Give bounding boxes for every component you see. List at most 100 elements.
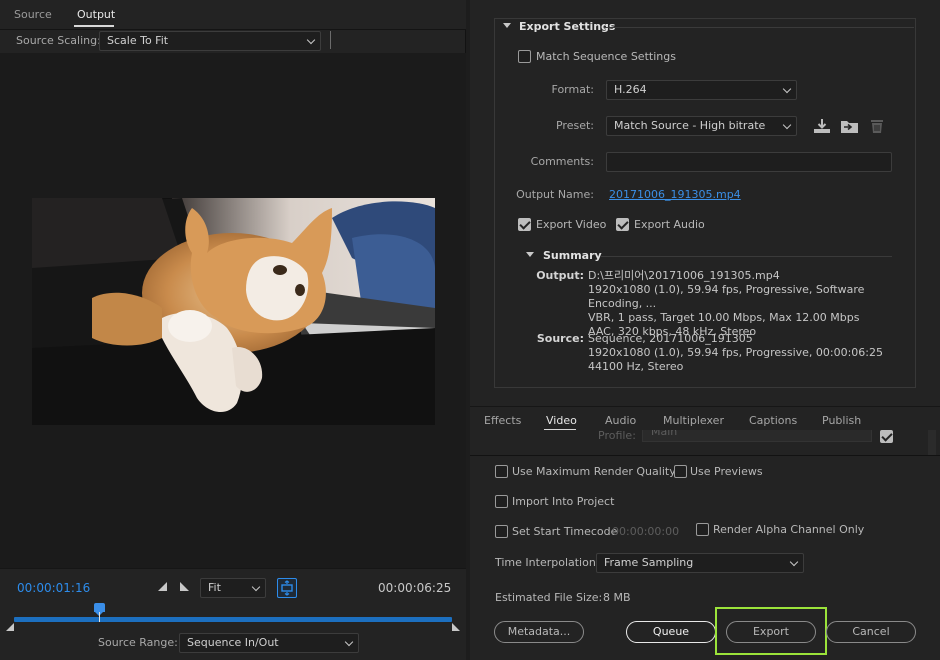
- current-timecode[interactable]: 00:00:01:16: [17, 581, 90, 595]
- output-line: VBR, 1 pass, Target 10.00 Mbps, Max 12.0…: [588, 311, 860, 324]
- format-label: Format:: [551, 83, 594, 96]
- zoom-dropdown[interactable]: Fit: [200, 578, 266, 598]
- set-in-point-icon[interactable]: [158, 582, 167, 591]
- range-start-handle[interactable]: [6, 623, 14, 631]
- source-scaling-dropdown[interactable]: Scale To Fit: [99, 31, 321, 51]
- source-range-label: Source Range:: [98, 636, 178, 649]
- summary-output-label: Output:: [536, 269, 584, 282]
- max-render-quality-checkbox[interactable]: [495, 465, 508, 478]
- set-start-timecode-label: Set Start Timecode: [512, 525, 618, 538]
- output-name-label: Output Name:: [516, 188, 594, 201]
- profile-dropdown[interactable]: Main: [642, 430, 872, 442]
- profile-label: Profile:: [598, 430, 636, 442]
- comments-input[interactable]: [606, 152, 892, 172]
- tab-output[interactable]: Output: [77, 8, 115, 21]
- import-into-project-label: Import Into Project: [512, 495, 615, 508]
- export-audio-checkbox[interactable]: [616, 218, 629, 231]
- source-scaling-label: Source Scaling:: [16, 34, 101, 47]
- profile-value: Main: [651, 430, 678, 438]
- use-previews-checkbox[interactable]: [674, 465, 687, 478]
- tab-captions[interactable]: Captions: [749, 414, 797, 427]
- import-into-project-checkbox[interactable]: [495, 495, 508, 508]
- duration-timecode: 00:00:06:25: [378, 581, 452, 595]
- time-interpolation-label: Time Interpolation:: [495, 556, 600, 569]
- playhead-line: [99, 612, 100, 622]
- save-preset-button[interactable]: [813, 118, 831, 134]
- settings-scroll-area[interactable]: Profile: Main: [470, 430, 940, 455]
- source-line: 1920x1080 (1.0), 59.94 fps, Progressive,…: [588, 346, 884, 359]
- profile-checkbox[interactable]: [880, 430, 893, 443]
- settings-scrollbar[interactable]: [928, 430, 936, 455]
- metadata-button[interactable]: Metadata...: [494, 621, 584, 643]
- toolbar-divider: [330, 31, 331, 49]
- max-render-quality-label: Use Maximum Render Quality: [512, 465, 676, 478]
- export-audio-label: Export Audio: [634, 218, 705, 231]
- left-tab-bar: [0, 0, 466, 30]
- output-line: 1920x1080 (1.0), 59.94 fps, Progressive,…: [588, 283, 865, 310]
- summary-header: Summary: [543, 249, 602, 262]
- render-alpha-checkbox[interactable]: [696, 523, 709, 536]
- crop-aspect-icon: [281, 580, 293, 596]
- start-timecode-value: 00:00:00:00: [612, 525, 680, 538]
- tab-publish[interactable]: Publish: [822, 414, 861, 427]
- aspect-toggle-button[interactable]: [277, 578, 297, 598]
- header-separator: [604, 27, 914, 28]
- output-name-link[interactable]: 20171006_191305.mp4: [609, 188, 741, 201]
- comments-label: Comments:: [530, 155, 594, 168]
- estimated-size-label: Estimated File Size:: [495, 591, 603, 604]
- folder-import-icon: [841, 121, 858, 133]
- estimated-size-value: 8 MB: [603, 591, 631, 604]
- preset-value: Match Source - High bitrate: [614, 119, 766, 132]
- cancel-button[interactable]: Cancel: [826, 621, 916, 643]
- match-sequence-checkbox[interactable]: [518, 50, 531, 63]
- source-line: Sequence, 20171006_191305: [588, 332, 753, 345]
- format-value: H.264: [614, 83, 647, 96]
- summary-separator: [600, 256, 892, 257]
- set-start-timecode-checkbox[interactable]: [495, 525, 508, 538]
- preset-dropdown[interactable]: Match Source - High bitrate: [606, 116, 797, 136]
- use-previews-label: Use Previews: [690, 465, 763, 478]
- summary-output-text: D:\프리미어\20171006_191305.mp4 1920x1080 (1…: [588, 269, 908, 339]
- source-scaling-value: Scale To Fit: [107, 34, 169, 47]
- match-sequence-label: Match Sequence Settings: [536, 50, 676, 63]
- summary-collapse-icon[interactable]: [526, 252, 534, 257]
- tab-video[interactable]: Video: [546, 414, 577, 427]
- zoom-value: Fit: [208, 581, 221, 594]
- chevron-down-icon: [782, 120, 792, 130]
- preset-label: Preset:: [555, 119, 594, 132]
- summary-source-text: Sequence, 20171006_191305 1920x1080 (1.0…: [588, 332, 908, 374]
- tab-effects[interactable]: Effects: [484, 414, 521, 427]
- source-range-dropdown[interactable]: Sequence In/Out: [179, 633, 359, 653]
- range-end-handle[interactable]: [452, 623, 460, 631]
- export-button[interactable]: Export: [726, 621, 816, 643]
- download-icon: [814, 119, 830, 133]
- tab-audio[interactable]: Audio: [605, 414, 636, 427]
- chevron-down-icon: [344, 637, 354, 647]
- delete-preset-button[interactable]: [869, 118, 887, 134]
- tab-multiplexer[interactable]: Multiplexer: [663, 414, 724, 427]
- queue-button[interactable]: Queue: [626, 621, 716, 643]
- export-settings-header: Export Settings: [519, 20, 616, 33]
- tab-source[interactable]: Source: [14, 8, 52, 21]
- timeline-range-bar[interactable]: [14, 617, 452, 622]
- source-line: 44100 Hz, Stereo: [588, 360, 684, 373]
- chevron-down-icon: [782, 84, 792, 94]
- summary-source-label: Source:: [536, 332, 584, 345]
- time-interpolation-dropdown[interactable]: Frame Sampling: [596, 553, 804, 573]
- import-preset-button[interactable]: [840, 118, 858, 134]
- collapse-chevron-icon[interactable]: [503, 23, 511, 28]
- active-tab-indicator: [74, 25, 114, 27]
- source-range-value: Sequence In/Out: [187, 636, 279, 649]
- cat-video-image: [32, 198, 435, 425]
- export-video-label: Export Video: [536, 218, 607, 231]
- set-out-point-icon[interactable]: [180, 582, 189, 591]
- chevron-down-icon: [251, 582, 261, 592]
- render-alpha-label: Render Alpha Channel Only: [713, 523, 865, 536]
- chevron-down-icon: [789, 557, 799, 567]
- format-dropdown[interactable]: H.264: [606, 80, 797, 100]
- output-line: D:\프리미어\20171006_191305.mp4: [588, 269, 780, 282]
- trash-icon: [871, 120, 883, 133]
- export-video-checkbox[interactable]: [518, 218, 531, 231]
- video-preview-frame: [32, 198, 435, 425]
- time-interpolation-value: Frame Sampling: [604, 556, 694, 569]
